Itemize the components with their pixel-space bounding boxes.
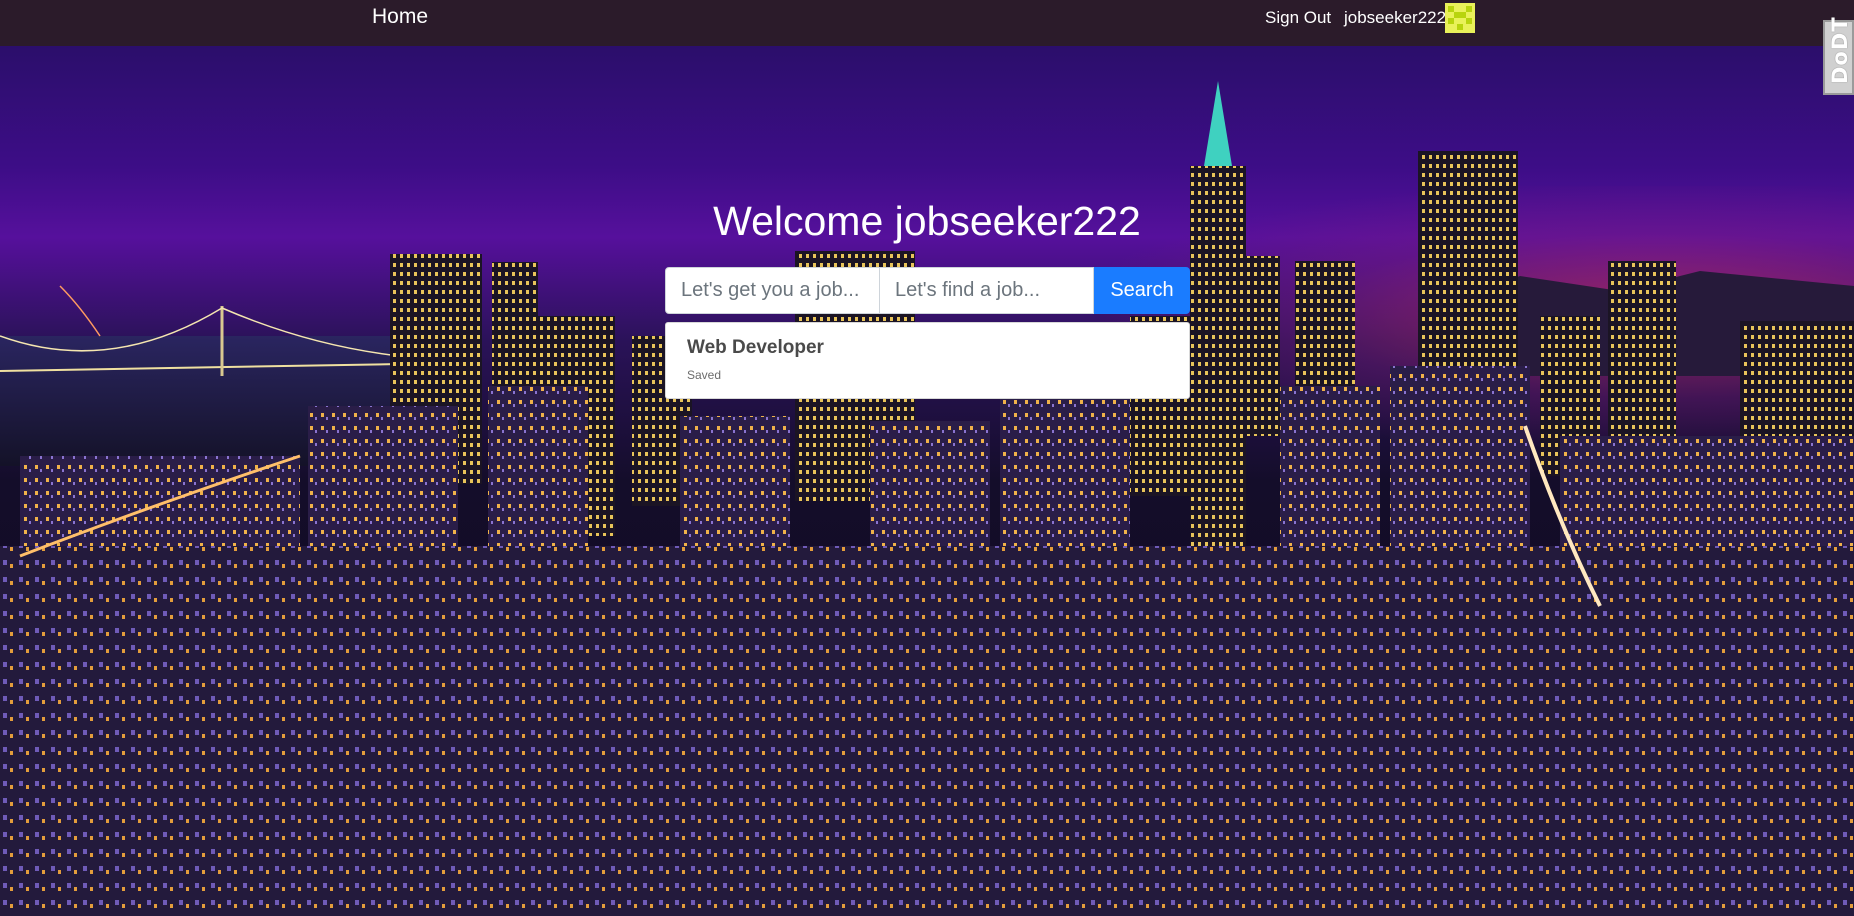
username-link[interactable]: jobseeker222 [1344,8,1446,28]
top-navbar: Home Sign Out jobseeker222 [0,0,1854,46]
job-location-input[interactable] [880,267,1094,314]
job-result-item[interactable]: Web Developer Saved [665,322,1190,399]
job-title: Web Developer [687,337,824,358]
home-link[interactable]: Home [372,5,428,29]
sign-out-link[interactable]: Sign Out [1265,8,1331,28]
job-keyword-input[interactable] [665,267,880,314]
user-avatar-icon[interactable] [1445,3,1475,33]
welcome-heading: Welcome jobseeker222 [713,198,1141,244]
devtools-tab-label: DoDT [1828,16,1852,84]
hero-background [0,46,1854,916]
devtools-tab[interactable]: DoDT [1823,16,1854,95]
job-search-form: Search [665,267,1190,314]
city-skyline-image [0,81,1854,916]
job-status-label: Saved [687,368,722,382]
search-button[interactable]: Search [1094,267,1190,314]
